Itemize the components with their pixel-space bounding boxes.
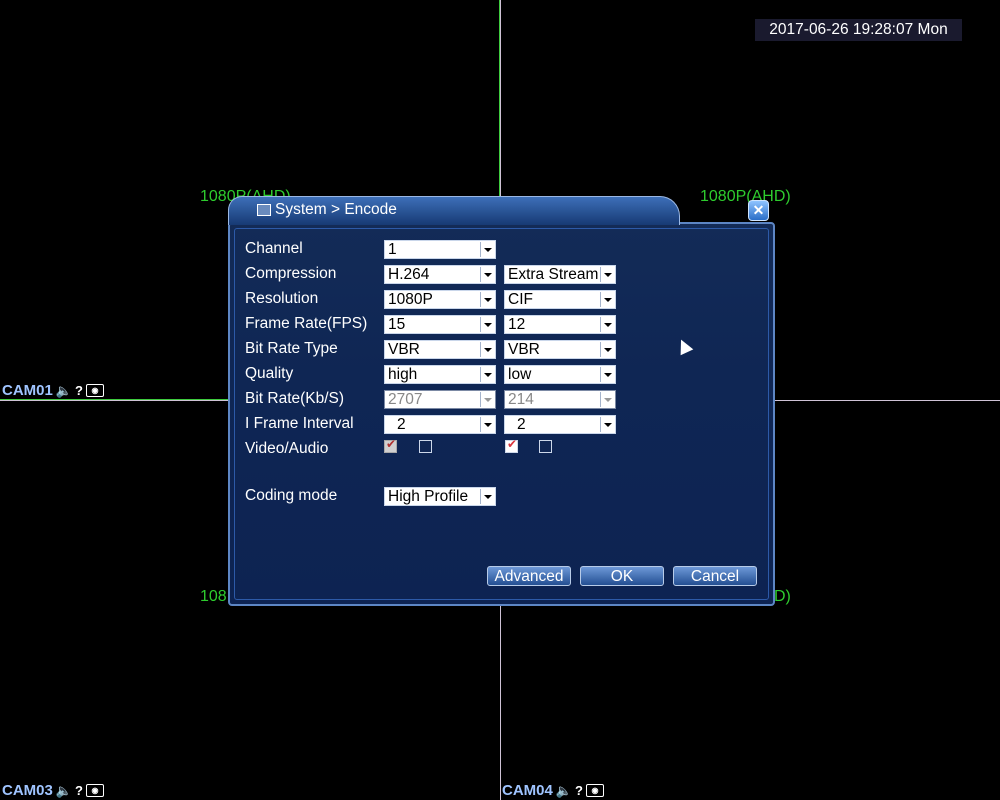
ok-button[interactable]: OK — [580, 566, 664, 586]
compression-select[interactable]: H.264 — [384, 265, 496, 284]
chevron-down-icon — [480, 489, 494, 504]
coding-mode-select[interactable]: High Profile — [384, 487, 496, 506]
chevron-down-icon — [480, 317, 494, 332]
label-compression: Compression — [245, 265, 337, 282]
chevron-down-icon — [600, 367, 614, 382]
help-icon: ? — [75, 383, 83, 398]
label-resolution: Resolution — [245, 290, 319, 307]
chevron-down-icon — [480, 267, 494, 282]
speaker-icon: 🔈 — [55, 782, 73, 798]
chevron-down-icon — [480, 242, 494, 257]
extra-quality-select[interactable]: low — [504, 365, 616, 384]
resolution-label-cam04: D) — [774, 588, 791, 605]
chevron-down-icon — [600, 342, 614, 357]
close-button[interactable]: ✕ — [748, 200, 769, 221]
datetime-display: 2017-06-26 19:28:07 Mon — [755, 19, 962, 41]
cancel-button[interactable]: Cancel — [673, 566, 757, 586]
label-channel: Channel — [245, 240, 303, 257]
camera-label-cam01[interactable]: CAM01 🔈 ? ◉ — [2, 382, 104, 399]
extra-stream-select[interactable]: Extra Stream — [504, 265, 616, 284]
chevron-down-icon — [600, 267, 614, 282]
main-video-checkbox — [384, 437, 397, 453]
label-bit-rate: Bit Rate(Kb/S) — [245, 390, 345, 407]
chevron-down-icon — [480, 417, 494, 432]
label-video-audio: Video/Audio — [245, 440, 329, 457]
camera-icon: ◉ — [86, 384, 104, 397]
bit-rate-type-select[interactable]: VBR — [384, 340, 496, 359]
label-frame-rate: Frame Rate(FPS) — [245, 315, 368, 332]
camera-name: CAM04 — [502, 782, 553, 799]
label-coding-mode: Coding mode — [245, 487, 338, 504]
quality-select[interactable]: high — [384, 365, 496, 384]
chevron-down-icon — [600, 317, 614, 332]
resolution-label-cam03: 108 — [200, 588, 227, 605]
camera-label-cam04[interactable]: CAM04 🔈 ? ◉ — [502, 782, 604, 799]
camera-icon: ◉ — [586, 784, 604, 797]
chevron-down-icon — [480, 342, 494, 357]
dialog-title: System > Encode — [257, 201, 397, 219]
extra-bit-rate-select: 214 — [504, 390, 616, 409]
help-icon: ? — [75, 783, 83, 798]
speaker-icon: 🔈 — [55, 382, 73, 398]
chevron-down-icon — [600, 392, 614, 407]
bit-rate-select: 2707 — [384, 390, 496, 409]
camera-name: CAM01 — [2, 382, 53, 399]
extra-i-frame-interval-select[interactable]: 2 — [504, 415, 616, 434]
extra-bit-rate-type-select[interactable]: VBR — [504, 340, 616, 359]
camera-name: CAM03 — [2, 782, 53, 799]
main-audio-checkbox[interactable] — [419, 440, 432, 453]
advanced-button[interactable]: Advanced — [487, 566, 571, 586]
resolution-select[interactable]: 1080P — [384, 290, 496, 309]
frame-rate-select[interactable]: 15 — [384, 315, 496, 334]
settings-window-icon — [257, 204, 271, 216]
dialog-title-text: System > Encode — [275, 201, 397, 218]
chevron-down-icon — [480, 392, 494, 407]
channel-select[interactable]: 1 — [384, 240, 496, 259]
extra-resolution-select[interactable]: CIF — [504, 290, 616, 309]
extra-video-checkbox[interactable] — [505, 437, 518, 453]
camera-label-cam03[interactable]: CAM03 🔈 ? ◉ — [2, 782, 104, 799]
chevron-down-icon — [480, 367, 494, 382]
help-icon: ? — [575, 783, 583, 798]
i-frame-interval-select[interactable]: 2 — [384, 415, 496, 434]
speaker-icon: 🔈 — [555, 782, 573, 798]
extra-audio-checkbox[interactable] — [539, 440, 552, 453]
chevron-down-icon — [600, 417, 614, 432]
camera-icon: ◉ — [86, 784, 104, 797]
chevron-down-icon — [600, 292, 614, 307]
label-quality: Quality — [245, 365, 294, 382]
label-bit-rate-type: Bit Rate Type — [245, 340, 338, 357]
extra-frame-rate-select[interactable]: 12 — [504, 315, 616, 334]
label-i-frame-interval: I Frame Interval — [245, 415, 354, 432]
chevron-down-icon — [480, 292, 494, 307]
